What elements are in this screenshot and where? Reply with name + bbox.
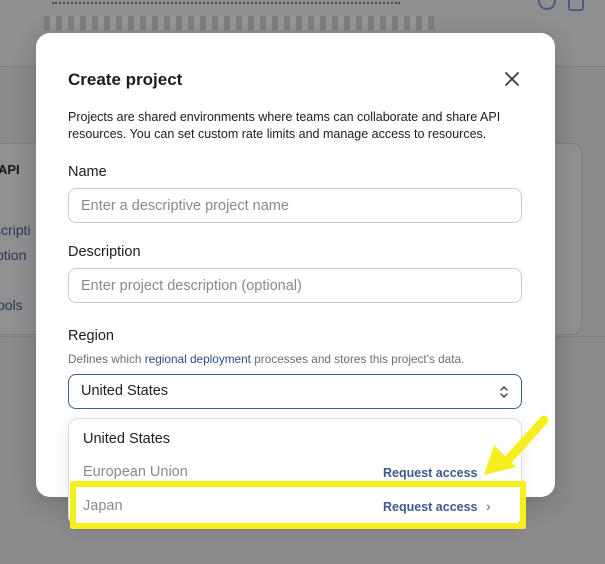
request-access-japan-button[interactable]: Request access	[383, 500, 478, 514]
chevron-right-icon: ›	[486, 498, 491, 514]
description-label: Description	[68, 244, 141, 260]
copy-icon	[568, 0, 584, 11]
chevron-up-down-icon	[498, 384, 510, 405]
background-blurred-text	[44, 16, 434, 30]
region-help-suffix: processes and stores this project's data…	[250, 352, 465, 366]
region-label: Region	[68, 328, 114, 344]
project-name-input[interactable]	[68, 188, 522, 223]
modal-title: Create project	[68, 70, 183, 89]
region-option-label: European Union	[83, 464, 188, 480]
name-label: Name	[68, 164, 107, 180]
background-masked-key	[52, 2, 400, 6]
region-option-united-states[interactable]: United States	[69, 423, 521, 455]
region-option-label: United States	[83, 431, 171, 447]
region-help-text: Defines which regional deployment proces…	[68, 352, 464, 366]
modal-description: Projects are shared environments where t…	[68, 110, 501, 141]
region-help-prefix: Defines which	[68, 352, 145, 366]
page: API scripti ption ools Create project Pr…	[0, 0, 605, 564]
region-option-european-union[interactable]: European Union Request access	[69, 456, 521, 488]
background-text-api: API	[0, 162, 20, 177]
background-link-option: ption	[0, 247, 27, 263]
region-select[interactable]: United States	[68, 374, 522, 409]
eye-icon	[538, 0, 556, 10]
close-button[interactable]	[502, 69, 522, 89]
region-option-japan[interactable]: Japan Request access ›	[69, 490, 521, 522]
background-link-tools: ools	[0, 297, 23, 313]
region-dropdown: United States European Union Request acc…	[68, 418, 522, 526]
region-option-label: Japan	[83, 498, 123, 514]
project-description-input[interactable]	[68, 268, 522, 303]
close-icon	[505, 72, 519, 86]
request-access-eu-button[interactable]: Request access	[383, 466, 478, 480]
region-select-value: United States	[81, 383, 169, 399]
regional-deployment-link[interactable]: regional deployment	[145, 352, 251, 366]
background-link-description: scripti	[0, 222, 31, 238]
